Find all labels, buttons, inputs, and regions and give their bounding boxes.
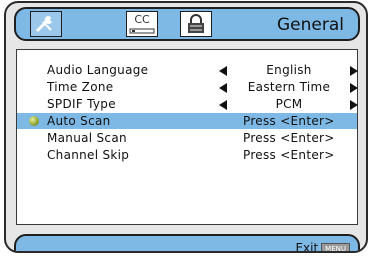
menu-item-value: PCM xyxy=(275,97,303,111)
menu-item-value: Press <Enter> xyxy=(243,114,335,128)
footer-bar: Exit MENU xyxy=(14,234,360,253)
arrow-right-icon[interactable] xyxy=(350,66,358,76)
exit-label: Exit xyxy=(295,241,319,253)
menu-item-value: Press <Enter> xyxy=(243,148,335,162)
menu-item-spdif-type[interactable]: SPDIF Type PCM xyxy=(17,96,358,112)
menu-item-audio-language[interactable]: Audio Language English xyxy=(17,62,358,78)
menu-item-label: SPDIF Type xyxy=(47,97,116,111)
menu-item-label: Time Zone xyxy=(47,80,114,94)
arrow-right-icon[interactable] xyxy=(350,83,358,93)
menu-item-value: Press <Enter> xyxy=(243,131,335,145)
menu-item-channel-skip[interactable]: Channel Skip Press <Enter> xyxy=(17,147,357,163)
exit-button[interactable]: Exit MENU xyxy=(295,241,350,253)
selection-bullet-icon xyxy=(29,116,39,126)
menu-item-label: Auto Scan xyxy=(47,114,111,128)
menu-item-manual-scan[interactable]: Manual Scan Press <Enter> xyxy=(17,130,357,146)
tab-general[interactable] xyxy=(30,11,62,37)
menu-item-auto-scan[interactable]: Auto Scan Press <Enter> xyxy=(17,113,357,129)
menu-item-time-zone[interactable]: Time Zone Eastern Time xyxy=(17,79,358,95)
cc-label: CC xyxy=(134,13,150,26)
wrench-icon xyxy=(35,16,52,33)
arrow-right-icon[interactable] xyxy=(350,100,358,110)
menu-item-label: Audio Language xyxy=(47,63,149,77)
lock-icon xyxy=(188,14,204,33)
tab-lock[interactable] xyxy=(180,11,212,37)
arrow-left-icon[interactable] xyxy=(219,66,227,76)
menu-item-value: Eastern Time xyxy=(247,80,331,94)
menu-key-badge: MENU xyxy=(321,243,350,251)
menu-item-label: Manual Scan xyxy=(47,131,127,145)
arrow-left-icon[interactable] xyxy=(219,100,227,110)
tab-cc[interactable]: CC xyxy=(126,11,158,37)
settings-panel: Audio Language English Time Zone Eastern… xyxy=(16,49,358,225)
osd-frame: CC General Audio Language English Time Z… xyxy=(4,1,368,253)
arrow-left-icon[interactable] xyxy=(219,83,227,93)
page-title: General xyxy=(277,15,344,35)
menu-item-label: Channel Skip xyxy=(47,148,130,162)
menu-item-value: English xyxy=(266,63,312,77)
header-bar: CC General xyxy=(14,7,360,41)
